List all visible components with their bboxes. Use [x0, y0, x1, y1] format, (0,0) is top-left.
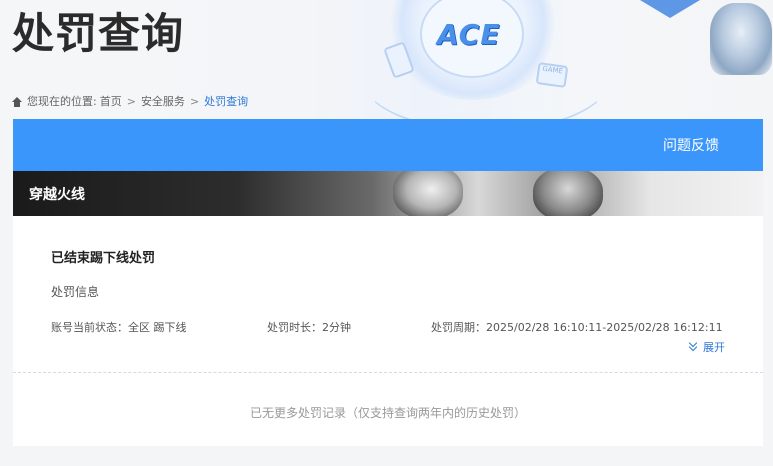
record-subtitle: 处罚信息 [51, 285, 100, 299]
game-banner: 穿越火线 [13, 171, 763, 216]
divider [13, 372, 763, 373]
character-avatar [710, 3, 772, 75]
breadcrumb-prefix: 您现在的位置: [27, 95, 97, 108]
breadcrumb: 您现在的位置: 首页 > 安全服务 > 处罚查询 [12, 94, 248, 110]
feedback-link[interactable]: 问题反馈 [663, 135, 719, 155]
breadcrumb-current: 处罚查询 [204, 95, 249, 108]
ace-logo: ACE [437, 18, 501, 51]
decorative-triangle [640, 0, 700, 18]
page-title: 处罚查询 [12, 9, 185, 58]
breadcrumb-security[interactable]: 安全服务 [141, 94, 185, 110]
banner-character-image [533, 171, 603, 216]
breadcrumb-separator: > [126, 95, 136, 108]
expand-label: 展开 [703, 341, 725, 354]
banner-character-image [393, 171, 463, 216]
record-title: 已结束踢下线处罚 [51, 251, 156, 266]
home-icon [12, 97, 22, 107]
breadcrumb-home[interactable]: 首页 [100, 94, 122, 110]
penalty-period: 处罚周期：2025/02/28 16:10:11-2025/02/28 16:1… [431, 321, 723, 334]
game-name: 穿越火线 [29, 187, 85, 203]
chevron-down-icon [689, 342, 699, 352]
no-more-records: 已无更多处罚记录（仅支持查询两年内的历史处罚） [249, 406, 526, 420]
game-card-icon: GAME [535, 62, 569, 88]
expand-button[interactable]: 展开 [689, 339, 725, 355]
breadcrumb-separator: > [189, 95, 200, 108]
account-status: 账号当前状态：全区 踢下线 [51, 321, 187, 334]
result-panel: 问题反馈 穿越火线 已结束踢下线处罚 处罚信息 账号当前状态：全区 踢下线 处罚… [13, 119, 763, 446]
panel-header-bar: 问题反馈 [13, 119, 763, 171]
penalty-duration: 处罚时长：2分钟 [267, 321, 351, 334]
